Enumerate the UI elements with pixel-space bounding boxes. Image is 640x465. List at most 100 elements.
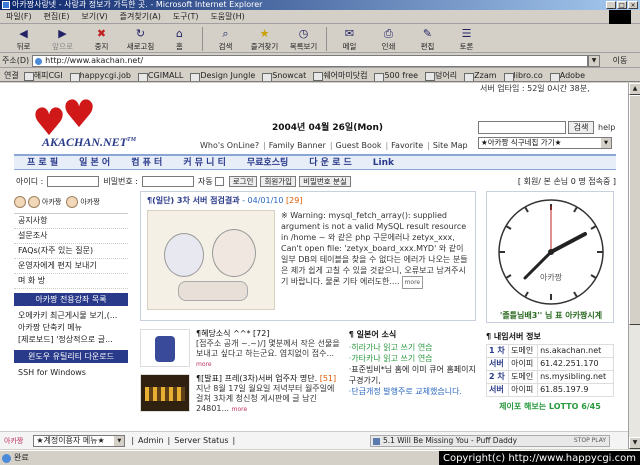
news-title[interactable]: ¶혜당소식 ^^* [72] xyxy=(196,329,343,339)
link-item[interactable]: Adobe xyxy=(549,71,585,81)
login-button[interactable]: 로그인 xyxy=(228,175,258,187)
link-guest-book[interactable]: Guest Book xyxy=(336,141,382,150)
list-item[interactable]: ·표준빔비*님 홈에 이미 큐어 홈페이지 구경가기, xyxy=(349,364,476,386)
more-link[interactable]: more xyxy=(232,406,248,413)
now-playing: 5.1 Will Be Missing You - Puff Daddy xyxy=(383,436,518,445)
more-link[interactable]: more xyxy=(196,361,212,368)
discuss-button[interactable]: ☰ 토론 xyxy=(447,25,486,53)
link-item[interactable]: 500 free xyxy=(374,71,418,81)
list-item[interactable]: 오에카키 최근게시물 보기,(... xyxy=(14,310,128,322)
news-title[interactable]: ¶[발표] 프레(3차)서버 업주자 명단. [51] xyxy=(196,374,343,384)
nav-community[interactable]: 커 뮤 니 티 xyxy=(183,156,226,169)
table-row: 서버 아이피 61.42.251.170 xyxy=(485,357,614,371)
list-item[interactable]: [제로보드] '정상적으로 글... xyxy=(14,334,128,346)
list-item[interactable]: ·가타카나 읽고 쓰기 연습 xyxy=(349,353,476,364)
menu-faq[interactable]: FAQs(자주 있는 질문) xyxy=(14,244,128,259)
menu-favorites[interactable]: 즐겨찾기(A) xyxy=(120,12,161,21)
link-item[interactable]: happycgi.job xyxy=(69,71,131,81)
menu-contact[interactable]: 운영자에게 편지 보내기 xyxy=(14,259,128,274)
account-menu-select[interactable]: ★계정이용자 메뉴★ ▼ xyxy=(33,434,126,447)
history-button[interactable]: ◷ 목록보기 xyxy=(284,25,323,53)
nav-download[interactable]: 다 운 로 드 xyxy=(309,156,352,169)
find-password-button[interactable]: 비밀번호 분실 xyxy=(299,175,351,187)
menu-help[interactable]: 도움말(H) xyxy=(210,12,244,21)
menu-tools[interactable]: 도구(T) xyxy=(173,12,199,21)
list-item[interactable]: ·히라가나 읽고 쓰기 연습 xyxy=(349,342,476,353)
minimize-button[interactable]: _ xyxy=(606,1,616,9)
scroll-up-icon[interactable]: ▲ xyxy=(629,83,640,95)
menu-survey[interactable]: 설문조사 xyxy=(14,229,128,244)
list-item[interactable]: 아카짱 단축키 메뉴 xyxy=(14,322,128,334)
menu-notice[interactable]: 공지사항 xyxy=(14,214,128,229)
server-status-link[interactable]: Server Status xyxy=(174,436,228,445)
site-search-button[interactable]: 검색 xyxy=(568,121,594,134)
mail-icon: ✉ xyxy=(344,27,355,40)
list-item[interactable]: SSH for Windows xyxy=(14,367,128,379)
close-button[interactable]: × xyxy=(628,1,638,9)
mail-button[interactable]: ✉ 메일 xyxy=(330,25,369,53)
address-dropdown-icon[interactable]: ▼ xyxy=(588,54,600,67)
link-item[interactable]: Zzam xyxy=(464,71,497,81)
news-thumbnail[interactable] xyxy=(140,329,190,367)
join-button[interactable]: 회원가입 xyxy=(260,175,297,187)
favorites-button[interactable]: ★ 즐겨찾기 xyxy=(245,25,284,53)
akachan-link[interactable]: 아카짱 xyxy=(4,436,23,446)
lotto-link[interactable]: 제이포 해보는 LOTTO 6/45 xyxy=(486,401,614,412)
link-site-map[interactable]: Site Map xyxy=(433,141,468,150)
link-favorite[interactable]: Favorite xyxy=(391,141,423,150)
music-player[interactable]: 5.1 Will Be Missing You - Puff Daddy STO… xyxy=(370,435,610,447)
nav-hosting[interactable]: 무료호스팅 xyxy=(247,156,288,169)
link-item[interactable]: CGIMALL xyxy=(137,71,183,81)
home-button[interactable]: ⌂ 홈 xyxy=(160,25,199,53)
maximize-button[interactable]: □ xyxy=(617,1,627,9)
admin-link[interactable]: Admin xyxy=(138,436,164,445)
avatar xyxy=(28,196,40,208)
id-input[interactable] xyxy=(47,175,100,187)
vertical-scrollbar[interactable]: ▲ ▼ xyxy=(628,83,640,449)
password-input[interactable] xyxy=(142,175,195,187)
scroll-thumb[interactable] xyxy=(629,95,640,325)
link-item[interactable]: 쉐어마미닷컴 xyxy=(313,70,367,81)
menu-view[interactable]: 보기(V) xyxy=(81,12,107,21)
link-family-banner[interactable]: Family Banner xyxy=(269,141,326,150)
link-item[interactable]: libro.co xyxy=(503,71,543,81)
stop-button[interactable]: ✖ 중지 xyxy=(82,25,121,53)
menu-edit[interactable]: 편집(E) xyxy=(43,12,69,21)
refresh-button[interactable]: ↻ 새로고침 xyxy=(121,25,160,53)
back-button[interactable]: ◀ 뒤로 xyxy=(4,25,43,53)
print-button[interactable]: ⎙ 인쇄 xyxy=(369,25,408,53)
link-item[interactable]: Design Jungle xyxy=(190,71,255,81)
link-item[interactable]: 덩어리 xyxy=(425,70,457,81)
player-controls[interactable]: STOP PLAY xyxy=(574,436,606,446)
list-item[interactable]: ·단급개정 발행주로 교체했습니다. xyxy=(349,386,476,397)
menu-file[interactable]: 파일(F) xyxy=(6,12,32,21)
go-button[interactable]: 이동 xyxy=(600,55,640,66)
news-thumbnail[interactable] xyxy=(140,374,190,412)
nav-computer[interactable]: 컴 퓨 터 xyxy=(131,156,162,169)
link-item[interactable]: Snowcat xyxy=(262,71,306,81)
avatar xyxy=(66,196,79,208)
scroll-down-icon[interactable]: ▼ xyxy=(629,437,640,449)
clock-caption: '졸틀님배3'' 님 표 아카짱시계 xyxy=(499,311,603,320)
nav-profile[interactable]: 프 로 필 xyxy=(27,156,58,169)
help-link[interactable]: help xyxy=(598,123,615,132)
login-form: 아이디 : 비밀번호 : 자동 로그인 회원가입 비밀번호 분실 [ 회원/ 본… xyxy=(16,174,616,188)
page-viewport: ♥ ♥ AKACHAN.NETTM 2004년 04월 26일(Mon) Who… xyxy=(0,83,628,449)
heart-icon: ♥ xyxy=(62,92,97,136)
menu-chat[interactable]: 며 화 방 xyxy=(14,274,128,289)
address-input[interactable]: http://www.akachan.net/ xyxy=(32,54,588,67)
edit-button[interactable]: ✎ 편집 xyxy=(408,25,447,53)
address-label: 주소(D) xyxy=(2,56,30,65)
family-site-select[interactable]: ★아카짱 식구네집 가기★ ▼ xyxy=(478,137,612,149)
nav-link[interactable]: Link xyxy=(373,156,394,169)
auto-login-checkbox[interactable] xyxy=(214,176,224,186)
link-whos-online[interactable]: Who's OnLine? xyxy=(200,141,259,150)
more-button[interactable]: more xyxy=(401,276,424,289)
site-logo[interactable]: ♥ ♥ AKACHAN.NETTM xyxy=(18,95,168,155)
forward-button[interactable]: ▶ 앞으로 xyxy=(43,25,82,53)
post-title[interactable]: ¶(일단) 3차 서버 점검결과 - 04/01/10 [29] xyxy=(141,192,475,209)
site-search-input[interactable] xyxy=(478,121,566,134)
search-button[interactable]: ⌕ 검색 xyxy=(206,25,245,53)
nav-japanese[interactable]: 일 본 어 xyxy=(79,156,110,169)
link-item[interactable]: 해피CGI xyxy=(23,70,63,81)
